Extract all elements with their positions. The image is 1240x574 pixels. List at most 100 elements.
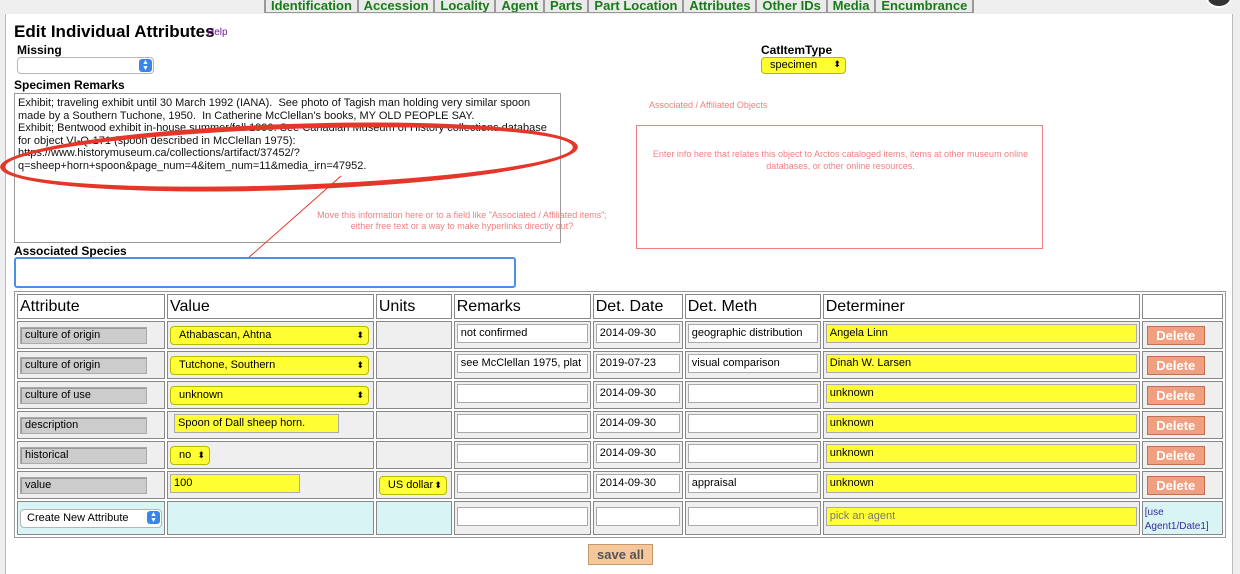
new-attribute-row: Create New Attribute ▲ ▼ pick an agent [u… — [17, 501, 1223, 535]
determiner-input[interactable]: unknown — [825, 444, 1137, 463]
save-all-button[interactable]: save all — [588, 544, 653, 565]
header-determiner: Determiner — [822, 294, 1140, 319]
tab-accession[interactable]: Accession — [356, 0, 434, 12]
header-attribute: Attribute — [17, 294, 165, 319]
det-date-input[interactable]: 2014-09-30 — [595, 324, 680, 343]
create-attribute-select[interactable]: Create New Attribute ▲ ▼ — [20, 508, 162, 528]
select-arrows-icon: ⬍ — [434, 479, 442, 490]
new-det-date-input[interactable] — [595, 507, 680, 526]
edit-attributes-page: Edit Individual Attributes Help Missing … — [0, 14, 1233, 574]
determiner-input[interactable]: Angela Linn — [825, 324, 1137, 343]
create-attribute-text: Create New Attribute — [27, 511, 129, 524]
units-cell — [375, 381, 452, 409]
header-action — [1141, 294, 1223, 319]
units-cell — [375, 351, 452, 379]
delete-button[interactable]: Delete — [1146, 325, 1205, 345]
det-meth-input[interactable] — [687, 444, 818, 463]
units-text: US dollar — [387, 478, 434, 491]
table-row: culture of origin Tutchone, Southern ⬍ se… — [17, 351, 1223, 379]
det-meth-input[interactable]: geographic distribution — [687, 324, 818, 343]
header-units: Units — [375, 294, 452, 319]
tab-parts[interactable]: Parts — [543, 0, 588, 12]
remarks-input[interactable]: see McClellan 1975, plat — [456, 354, 588, 373]
attribute-name: culture of use — [20, 386, 147, 404]
value-text: no — [179, 448, 192, 461]
attribute-name: value — [20, 476, 147, 494]
tab-other-ids[interactable]: Other IDs — [755, 0, 826, 12]
new-units-cell — [375, 501, 452, 535]
det-meth-input[interactable]: visual comparison — [687, 354, 818, 373]
units-cell — [375, 321, 452, 349]
tab-agent[interactable]: Agent — [494, 0, 544, 12]
attribute-name: historical — [20, 446, 147, 464]
header-det-date: Det. Date — [592, 294, 683, 319]
det-meth-input[interactable] — [687, 384, 818, 403]
value-textarea[interactable]: Spoon of Dall sheep horn. — [174, 414, 339, 433]
value-select[interactable]: no ⬍ — [170, 445, 210, 465]
det-date-input[interactable]: 2014-09-30 — [595, 474, 680, 493]
select-arrows-icon: ▲ ▼ — [147, 510, 160, 524]
tab-media[interactable]: Media — [825, 0, 875, 12]
table-row: culture of origin Athabascan, Ahtna ⬍ not… — [17, 321, 1223, 349]
determiner-input[interactable]: unknown — [825, 384, 1137, 403]
value-text: unknown — [179, 388, 224, 401]
delete-button[interactable]: Delete — [1146, 445, 1205, 465]
remarks-input[interactable]: not confirmed — [456, 324, 588, 343]
record-nav-tabs: Identification Accession Locality Agent … — [264, 0, 974, 13]
header-remarks: Remarks — [453, 294, 591, 319]
units-cell — [375, 441, 452, 469]
delete-button[interactable]: Delete — [1146, 385, 1205, 405]
determiner-input[interactable]: Dinah W. Larsen — [825, 354, 1137, 373]
units-cell — [375, 411, 452, 439]
determiner-input[interactable]: unknown — [825, 414, 1137, 433]
remarks-input[interactable] — [456, 474, 588, 493]
new-det-meth-input[interactable] — [687, 507, 818, 526]
det-date-input[interactable]: 2014-09-30 — [595, 384, 680, 403]
value-text: Tutchone, Southern — [179, 358, 276, 371]
value-input[interactable]: 100 — [170, 474, 300, 493]
value-select[interactable]: Tutchone, Southern ⬍ — [170, 355, 369, 375]
remarks-input[interactable] — [456, 384, 588, 403]
tab-part-location[interactable]: Part Location — [587, 0, 683, 12]
new-value-cell — [167, 501, 374, 535]
determiner-input[interactable]: unknown — [825, 474, 1137, 493]
table-row: description Spoon of Dall sheep horn. 20… — [17, 411, 1223, 439]
attribute-name: description — [20, 416, 147, 434]
delete-button[interactable]: Delete — [1146, 415, 1205, 435]
close-circle-icon[interactable] — [1206, 0, 1232, 8]
move-note: Move this information here or to a field… — [317, 210, 607, 231]
header-value: Value — [167, 294, 374, 319]
det-date-input[interactable]: 2014-09-30 — [595, 444, 680, 463]
select-arrows-icon: ⬍ — [356, 329, 364, 340]
tab-encumbrance[interactable]: Encumbrance — [874, 0, 974, 12]
tab-locality[interactable]: Locality — [433, 0, 495, 12]
attribute-name: culture of origin — [20, 326, 147, 344]
det-meth-input[interactable] — [687, 414, 818, 433]
new-remarks-input[interactable] — [456, 507, 588, 526]
delete-button[interactable]: Delete — [1146, 355, 1205, 375]
table-row: historical no ⬍ 2014-09-30 unknown Delete — [17, 441, 1223, 469]
delete-button[interactable]: Delete — [1146, 475, 1205, 495]
associated-species-label: Associated Species — [14, 244, 127, 258]
associated-species-input[interactable] — [14, 257, 516, 288]
table-header-row: Attribute Value Units Remarks Det. Date … — [17, 294, 1223, 319]
value-select[interactable]: Athabascan, Ahtna ⬍ — [170, 325, 369, 345]
select-arrows-icon: ⬍ — [356, 359, 364, 370]
value-text: Athabascan, Ahtna — [179, 328, 272, 341]
det-date-input[interactable]: 2019-07-23 — [595, 354, 680, 373]
new-determiner-input[interactable]: pick an agent — [825, 507, 1137, 526]
tab-identification[interactable]: Identification — [264, 0, 357, 12]
tab-attributes[interactable]: Attributes — [682, 0, 756, 12]
attributes-table: Attribute Value Units Remarks Det. Date … — [14, 291, 1226, 538]
select-arrows-icon: ⬍ — [197, 449, 205, 460]
use-agent-date-link[interactable]: [use Agent1/Date1] — [1145, 507, 1209, 532]
remarks-input[interactable] — [456, 414, 588, 433]
det-meth-input[interactable]: appraisal — [687, 474, 818, 493]
units-select[interactable]: US dollar ⬍ — [378, 475, 447, 495]
table-row: culture of use unknown ⬍ 2014-09-30 unkno… — [17, 381, 1223, 409]
attribute-name: culture of origin — [20, 356, 147, 374]
select-arrows-icon: ⬍ — [356, 389, 364, 400]
value-select[interactable]: unknown ⬍ — [170, 385, 369, 405]
det-date-input[interactable]: 2014-09-30 — [595, 414, 680, 433]
remarks-input[interactable] — [456, 444, 588, 463]
